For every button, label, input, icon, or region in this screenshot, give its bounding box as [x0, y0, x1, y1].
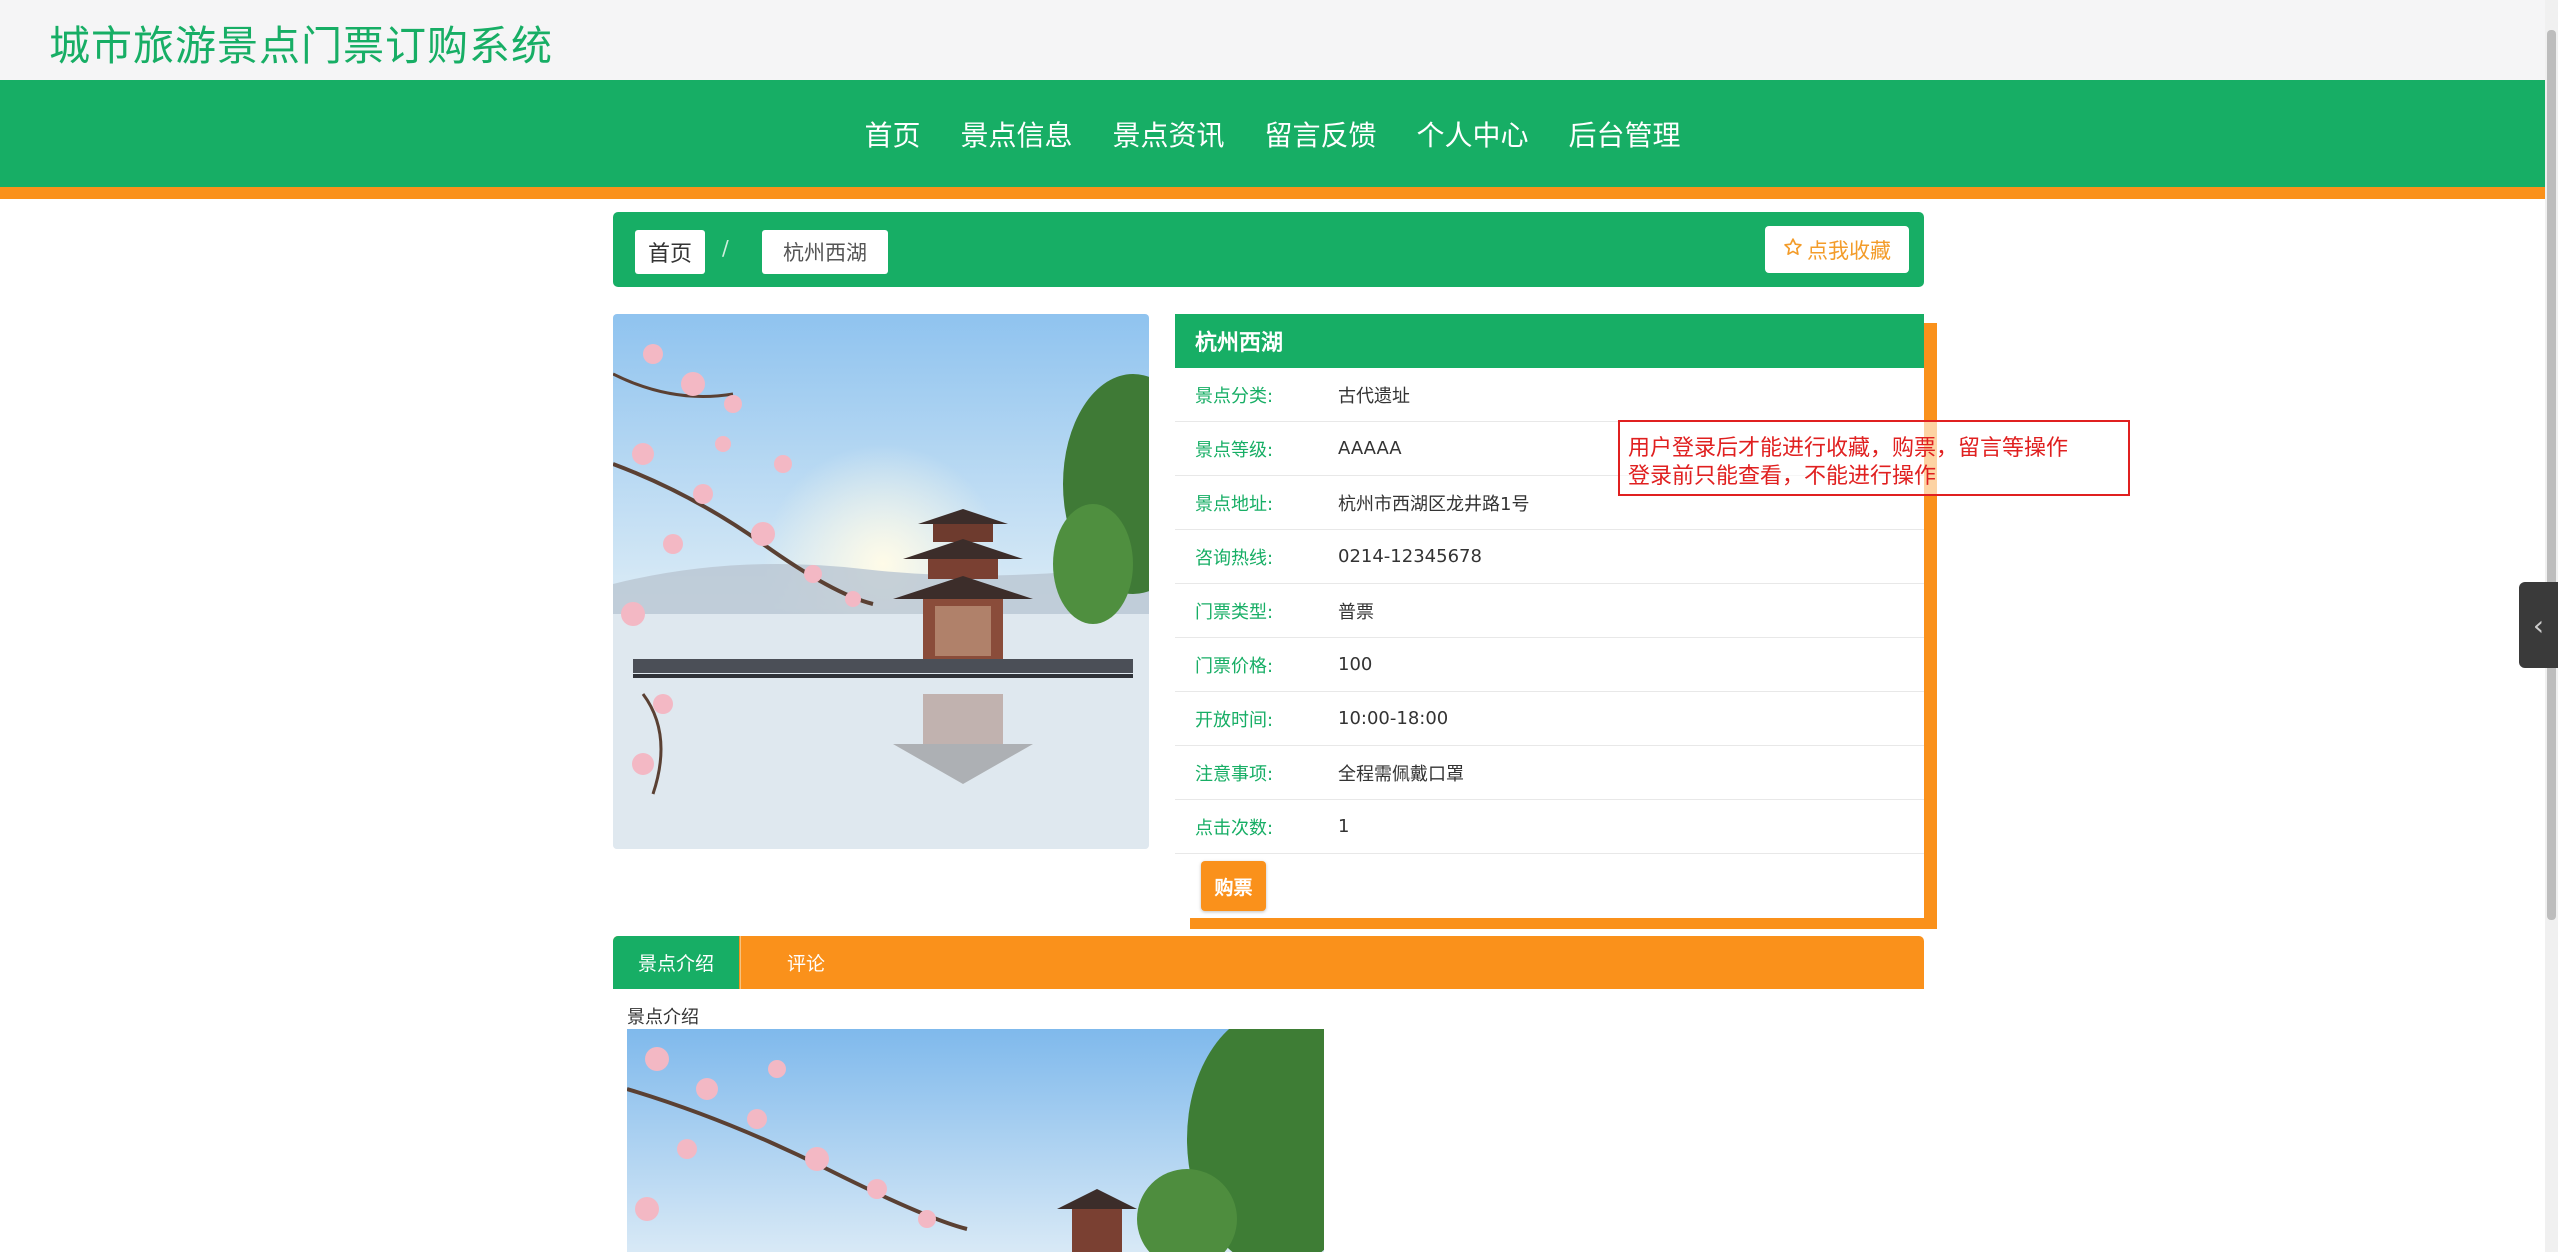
panel-accent-bottom — [1190, 918, 1937, 929]
annotation-line-2: 登录前只能查看，不能进行操作 — [1628, 464, 1937, 489]
detail-label: 开放时间: — [1195, 709, 1274, 731]
nav-item-feedback[interactable]: 留言反馈 — [1245, 114, 1397, 154]
site-title: 城市旅游景点门票订购系统 — [49, 22, 553, 70]
detail-row-price: 门票价格: 100 — [1175, 638, 1924, 692]
side-panel-toggle[interactable]: ‹ — [2519, 582, 2558, 668]
detail-value: 全程需佩戴口罩 — [1338, 763, 1464, 785]
detail-value: AAAAA — [1338, 438, 1402, 459]
detail-value: 1 — [1338, 816, 1350, 837]
attraction-image — [613, 314, 1149, 849]
detail-label: 咨询热线: — [1195, 547, 1274, 569]
nav-item-profile[interactable]: 个人中心 — [1397, 114, 1549, 154]
tab-introduction[interactable]: 景点介绍 — [613, 936, 739, 989]
chevron-left-icon: ‹ — [2532, 608, 2545, 642]
panel-accent-right — [1924, 323, 1937, 929]
scrollbar-thumb[interactable] — [2547, 30, 2556, 920]
detail-row-hotline: 咨询热线: 0214-12345678 — [1175, 530, 1924, 584]
detail-value: 古代遗址 — [1338, 385, 1410, 407]
detail-row-category: 景点分类: 古代遗址 — [1175, 368, 1924, 422]
nav-item-admin[interactable]: 后台管理 — [1549, 114, 1701, 154]
favorite-button[interactable]: 点我收藏 — [1765, 226, 1909, 273]
detail-label: 点击次数: — [1195, 817, 1274, 839]
intro-heading: 景点介绍 — [627, 1007, 699, 1028]
detail-value: 普票 — [1338, 601, 1374, 623]
detail-value: 10:00-18:00 — [1338, 708, 1449, 729]
detail-row-hours: 开放时间: 10:00-18:00 — [1175, 692, 1924, 746]
detail-label: 景点地址: — [1195, 493, 1274, 515]
detail-row-notice: 注意事项: 全程需佩戴口罩 — [1175, 746, 1924, 800]
breadcrumb-home[interactable]: 首页 — [635, 230, 705, 274]
detail-label: 门票价格: — [1195, 655, 1274, 677]
nav-item-news[interactable]: 景点资讯 — [1092, 114, 1244, 154]
nav-items: 首页 景点信息 景点资讯 留言反馈 个人中心 后台管理 — [0, 80, 2545, 187]
detail-value: 杭州市西湖区龙井路1号 — [1338, 493, 1530, 515]
detail-label: 注意事项: — [1195, 763, 1274, 785]
detail-label: 景点分类: — [1195, 385, 1274, 407]
star-outline-icon — [1783, 237, 1803, 262]
tab-comments[interactable]: 评论 — [740, 936, 871, 989]
nav-item-home[interactable]: 首页 — [844, 114, 940, 154]
detail-label: 门票类型: — [1195, 601, 1274, 623]
buy-ticket-button[interactable]: 购票 — [1201, 861, 1266, 911]
detail-value: 0214-12345678 — [1338, 546, 1482, 567]
nav-accent-stripe — [0, 187, 2545, 199]
intro-image — [627, 1029, 1324, 1252]
detail-value: 100 — [1338, 654, 1373, 675]
nav-item-attractions[interactable]: 景点信息 — [940, 114, 1092, 154]
attraction-name-header: 杭州西湖 — [1175, 314, 1924, 368]
breadcrumb-current[interactable]: 杭州西湖 — [762, 230, 888, 274]
detail-row-clicks: 点击次数: 1 — [1175, 800, 1924, 854]
breadcrumb-separator: / — [722, 236, 729, 260]
favorite-label: 点我收藏 — [1807, 238, 1891, 263]
detail-row-ticket-type: 门票类型: 普票 — [1175, 584, 1924, 638]
detail-label: 景点等级: — [1195, 439, 1274, 461]
